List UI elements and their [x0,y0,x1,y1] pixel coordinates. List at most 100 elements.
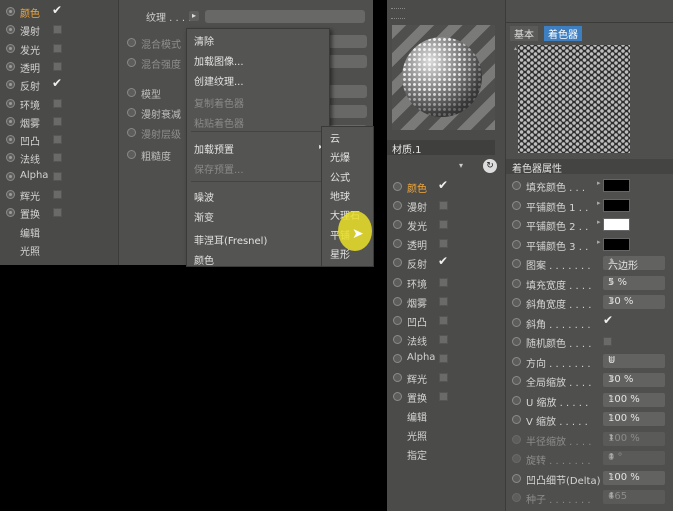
submenu-item[interactable]: 云 [330,130,340,145]
channel-checkbox[interactable] [439,373,448,382]
channel-checkbox[interactable] [53,153,62,163]
color-swatch[interactable] [603,237,630,251]
property-value-field[interactable]: 100 % ⬍ [603,412,665,426]
tab-shader[interactable]: 着色器 [544,26,582,41]
property-enable-icon[interactable] [127,128,136,137]
property-enable-icon[interactable] [512,376,521,385]
channel-checkbox[interactable] [53,25,62,35]
channel-enable-icon[interactable] [393,334,402,344]
checkmark-icon[interactable]: ✔ [52,3,62,17]
channel-row[interactable]: 透明 [387,235,505,253]
spinner-icon[interactable]: ⬍ [608,355,662,364]
channel-row[interactable]: 编辑 [0,223,118,241]
submenu-item[interactable]: 公式 [330,169,350,184]
property-row[interactable]: 种子 . . . . . . . 665 ⬍ [506,488,673,507]
spinner-icon[interactable]: ⬍ [608,277,662,286]
menu-item[interactable]: 渐变 [194,209,214,224]
spinner-icon[interactable]: ⬍ [608,433,662,442]
property-enable-icon[interactable] [512,454,521,463]
channel-row[interactable]: 光照 [387,426,505,444]
property-row[interactable]: 凹凸细节(Delta) 100 % ⬍ [506,469,673,488]
spinner-icon[interactable]: ⬍ [608,296,662,305]
channel-checkbox[interactable] [439,315,448,325]
channel-enable-icon[interactable] [393,277,402,287]
channel-enable-icon[interactable] [6,80,15,90]
channel-row[interactable]: 置换 [0,204,118,222]
property-row[interactable]: U 缩放 . . . . . 100 % ⬍ [506,391,673,410]
property-checkbox[interactable] [603,337,612,346]
channel-enable-icon[interactable] [393,220,402,230]
property-row[interactable]: 图案 . . . . . . . 六边形 ⬍ [506,254,673,273]
property-enable-icon[interactable] [512,356,521,366]
channel-row[interactable]: 烟雾 [387,293,505,311]
channel-checkbox[interactable] [439,201,448,211]
channel-row[interactable]: 辉光 [387,369,505,387]
channel-row[interactable]: 环境 [387,274,505,292]
spinner-icon[interactable]: ⬍ [608,374,662,383]
channel-row[interactable]: 法线 [387,331,505,349]
property-enable-icon[interactable] [512,298,521,307]
checkmark-icon[interactable]: ✔ [438,178,448,192]
channel-row[interactable]: 凹凸 [0,131,118,149]
menu-item[interactable]: 加载图像... [194,53,244,68]
channel-enable-icon[interactable] [6,171,15,181]
channel-row[interactable]: 编辑 [387,407,505,425]
channel-enable-icon[interactable] [393,201,402,211]
spinner-icon[interactable]: ⬍ [608,472,662,481]
menu-item[interactable]: 噪波 [194,189,214,204]
channel-checkbox[interactable] [53,61,62,71]
channel-enable-icon[interactable] [6,208,15,218]
channel-checkbox[interactable] [439,296,448,306]
property-enable-icon[interactable] [512,337,521,346]
channel-checkbox[interactable] [439,239,448,249]
property-row[interactable]: 斜角宽度 . . . . 30 % ⬍ [506,293,673,312]
channel-row[interactable]: 光照 [0,241,118,259]
channel-checkbox[interactable] [53,135,62,145]
texture-menu-arrow-icon[interactable]: ▸ [189,11,199,21]
spinner-icon[interactable]: ⬍ [608,413,662,422]
property-enable-icon[interactable] [512,278,521,288]
channel-row[interactable]: Alpha [387,350,505,368]
channel-row[interactable]: 漫射 [387,197,505,215]
channel-row[interactable]: 发光 [387,216,505,234]
channel-enable-icon[interactable] [6,135,15,145]
channel-enable-icon[interactable] [393,353,402,363]
spinner-icon[interactable]: ⬍ [608,491,662,500]
channel-enable-icon[interactable] [6,153,15,163]
channel-checkbox[interactable] [439,334,448,344]
channel-checkbox[interactable] [439,392,448,402]
texture-field[interactable] [205,10,365,23]
channel-enable-icon[interactable] [6,43,15,53]
channel-enable-icon[interactable] [393,392,402,402]
channel-row[interactable]: 辉光 [0,186,118,204]
color-swatch[interactable] [603,218,630,231]
property-value-field[interactable]: 30 % ⬍ [603,295,665,309]
property-enable-icon[interactable] [127,88,136,97]
channel-enable-icon[interactable] [6,25,15,35]
channel-enable-icon[interactable] [393,258,402,268]
channel-row[interactable]: 置换 [387,388,505,406]
property-value-field[interactable]: 5 % ⬍ [603,275,665,290]
checkmark-icon[interactable]: ✔ [52,76,62,90]
channel-row[interactable]: 烟雾 [0,113,118,131]
channel-checkbox[interactable] [53,98,62,108]
property-row[interactable]: 方向 . . . . . . . U ⬍ [506,352,673,371]
property-value-field[interactable]: 六边形 ⬍ [603,256,665,272]
channel-row[interactable]: 漫射 [0,21,118,39]
material-preview[interactable] [392,25,495,130]
channel-row[interactable]: 颜色 ✔ [387,178,505,196]
property-enable-icon[interactable] [127,150,136,159]
channel-checkbox[interactable] [53,116,62,126]
channel-enable-icon[interactable] [6,190,15,199]
channel-checkbox[interactable] [53,43,62,53]
channel-row[interactable]: 指定 [387,445,505,463]
property-value-field[interactable]: 30 % ⬍ [603,373,665,387]
property-row[interactable]: 随机颜色 . . . . [506,332,673,351]
channel-enable-icon[interactable] [6,98,15,108]
checkmark-icon[interactable]: ✔ [603,313,613,327]
channel-checkbox[interactable] [53,208,62,218]
channel-enable-icon[interactable] [393,315,402,325]
channel-checkbox[interactable] [53,171,62,181]
menu-item[interactable]: 菲涅耳(Fresnel) [194,232,267,247]
property-enable-icon[interactable] [127,108,136,117]
